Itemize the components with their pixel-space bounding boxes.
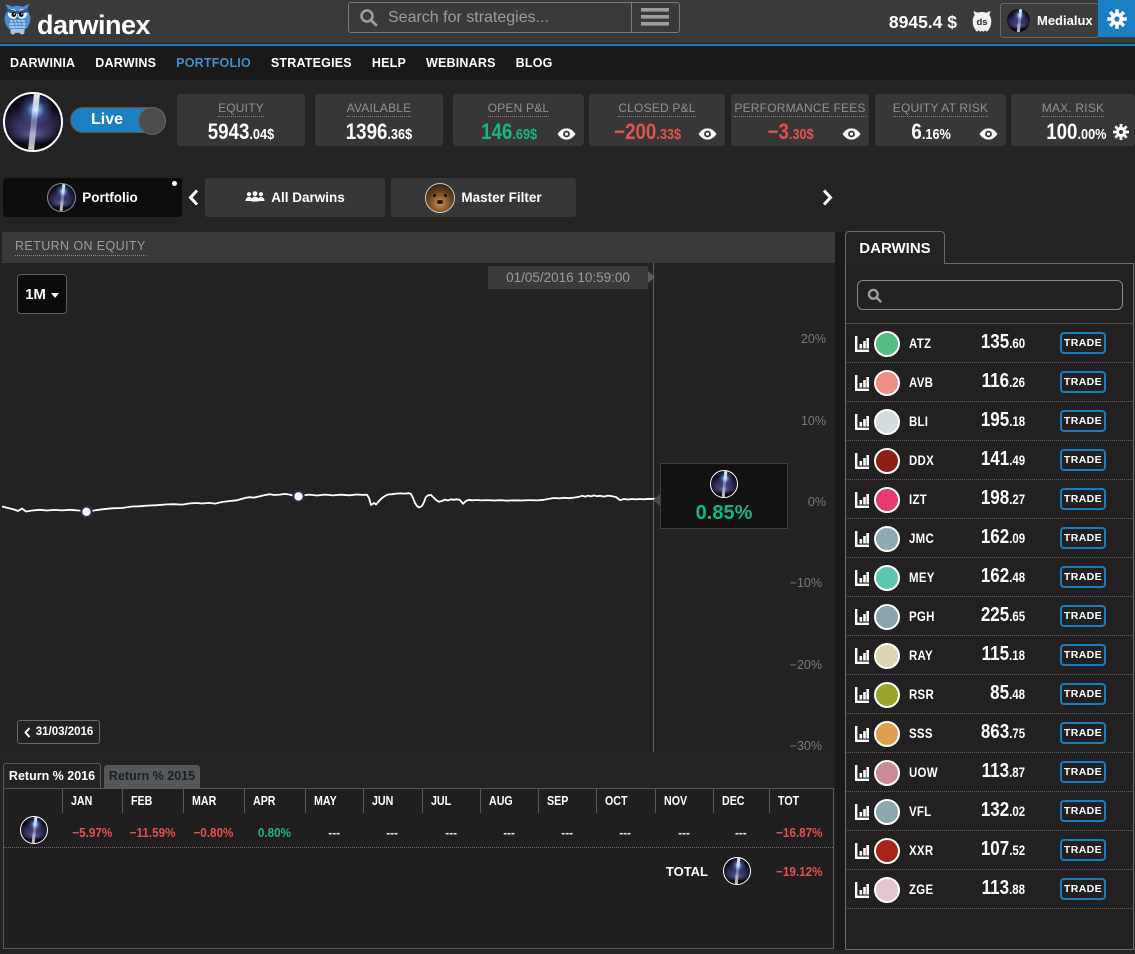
svg-text:ds: ds (976, 17, 987, 28)
